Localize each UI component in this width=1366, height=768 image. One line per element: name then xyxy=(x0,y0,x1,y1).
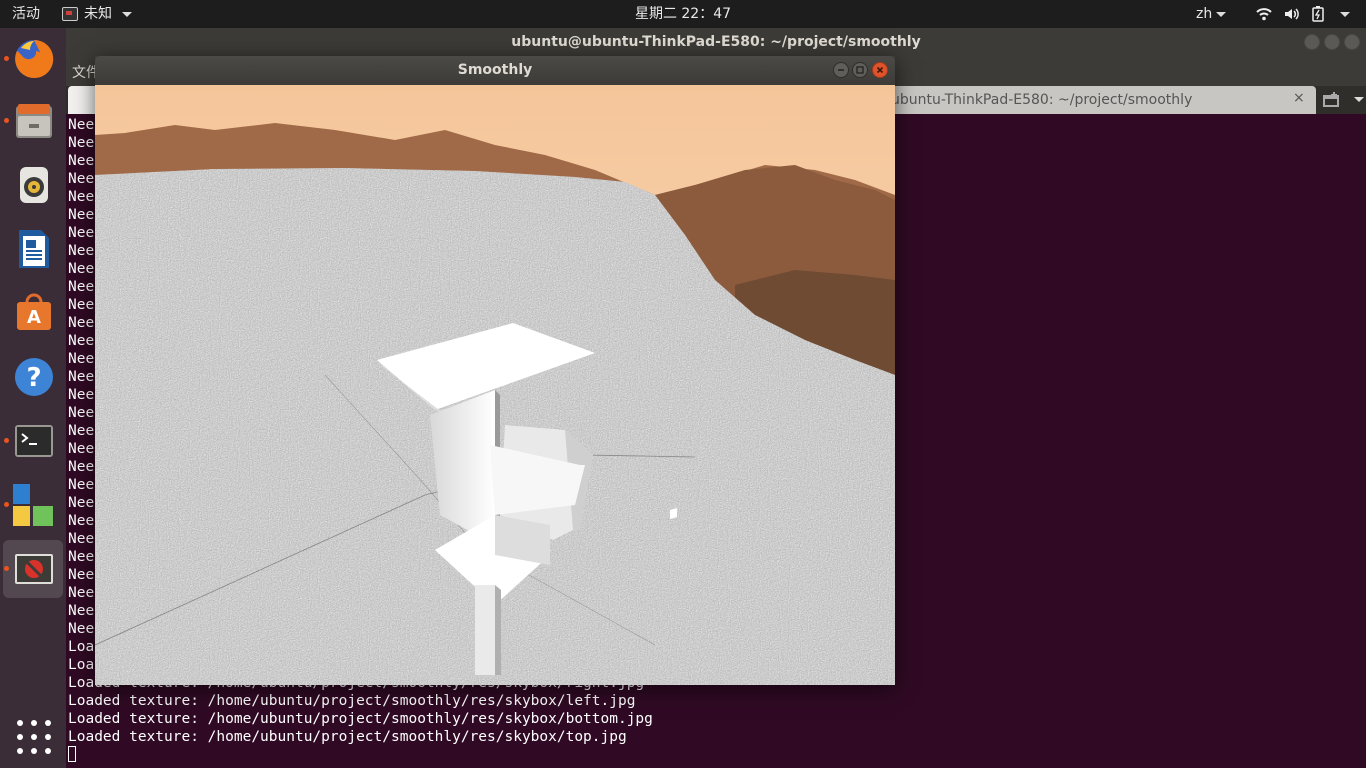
running-indicator xyxy=(4,56,9,61)
files-icon xyxy=(16,104,52,138)
running-indicator xyxy=(4,438,9,443)
tab-label: ubuntu-ThinkPad-E580: ~/project/smoothly xyxy=(891,92,1193,108)
minimize-icon[interactable] xyxy=(833,62,849,78)
terminal-title: ubuntu@ubuntu-ThinkPad-E580: ~/project/s… xyxy=(66,28,1366,56)
system-tray[interactable] xyxy=(1256,0,1350,28)
system-menu-chevron-down-icon xyxy=(1340,11,1350,17)
no-entry-icon xyxy=(15,554,53,584)
dock-item-smoothly[interactable] xyxy=(3,540,63,598)
dock-item-terminal[interactable] xyxy=(3,412,63,470)
volume-icon xyxy=(1285,8,1299,20)
dock-item-writer[interactable] xyxy=(3,220,63,278)
terminal-icon xyxy=(15,425,53,457)
show-applications-button[interactable] xyxy=(3,708,63,766)
tab-close-icon[interactable]: × xyxy=(1293,90,1305,106)
running-indicator xyxy=(4,502,9,507)
terminal-tab-inactive[interactable]: ubuntu-ThinkPad-E580: ~/project/smoothly… xyxy=(891,86,1316,114)
maximize-icon[interactable] xyxy=(852,62,868,78)
terminal-line: Loaded texture: /home/ubuntu/project/smo… xyxy=(68,729,627,745)
dock-item-firefox[interactable] xyxy=(3,30,63,88)
software-store-icon: A xyxy=(17,293,51,330)
dock: A ? xyxy=(0,28,66,768)
dock-item-rhythmbox[interactable] xyxy=(3,156,63,214)
dock-item-help[interactable]: ? xyxy=(3,348,63,406)
grid-icon xyxy=(17,720,51,754)
terminal-minimize-button[interactable] xyxy=(1304,34,1320,50)
wifi-icon xyxy=(1256,8,1272,21)
terminal-line: Loaded texture: /home/ubuntu/project/smo… xyxy=(68,693,636,709)
top-bar: 活动 未知 星期二 22：47 zh xyxy=(0,0,1366,28)
terminal-line: Loaded texture: /home/ubuntu/project/smo… xyxy=(68,711,653,727)
new-tab-icon[interactable] xyxy=(1322,90,1342,110)
tab-menu-chevron-down-icon[interactable] xyxy=(1354,97,1364,102)
smoothly-window[interactable]: Smoothly xyxy=(95,56,895,685)
speaker-icon xyxy=(20,167,48,203)
dock-item-software[interactable]: A xyxy=(3,284,63,342)
input-method-menu[interactable]: zh xyxy=(1196,0,1227,28)
writer-icon xyxy=(19,230,49,268)
running-indicator xyxy=(4,566,9,571)
blocks-icon xyxy=(13,484,53,526)
dock-item-files[interactable] xyxy=(3,92,63,150)
clock[interactable]: 星期二 22：47 xyxy=(0,0,1366,28)
dock-item-unknown-app[interactable] xyxy=(3,476,63,534)
3d-viewport[interactable] xyxy=(95,85,895,685)
terminal-prompt-line xyxy=(68,746,1364,764)
terminal-close-button[interactable] xyxy=(1344,34,1360,50)
firefox-icon xyxy=(15,39,54,78)
input-method-label: zh xyxy=(1196,6,1213,22)
smoothly-title: Smoothly xyxy=(95,56,895,85)
terminal-maximize-button[interactable] xyxy=(1324,34,1340,50)
svg-text:A: A xyxy=(27,307,41,328)
running-indicator xyxy=(4,118,9,123)
svg-text:?: ? xyxy=(26,363,41,393)
help-icon: ? xyxy=(15,358,53,396)
text-cursor xyxy=(68,746,76,762)
battery-icon xyxy=(1312,6,1324,22)
close-icon[interactable] xyxy=(872,62,888,78)
chevron-down-icon xyxy=(1216,11,1227,17)
